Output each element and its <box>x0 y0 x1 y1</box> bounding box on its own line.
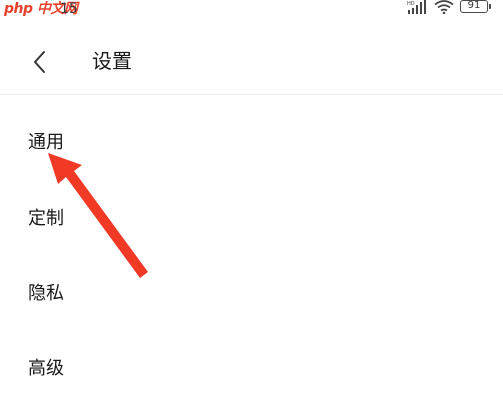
battery-indicator: 91 <box>460 0 491 13</box>
menu-item-privacy[interactable]: 隐私 <box>0 264 503 324</box>
page-header: 设置 <box>0 38 503 86</box>
menu-item-label: 隐私 <box>28 283 64 304</box>
header-divider <box>0 94 503 95</box>
status-bar: php 中文网 15 HD 91 <box>0 0 503 22</box>
status-clock: 15 <box>60 1 78 17</box>
menu-item-customize[interactable]: 定制 <box>0 189 503 249</box>
menu-item-label: 高级 <box>28 358 64 379</box>
wifi-icon <box>434 0 454 14</box>
menu-item-general[interactable]: 通用 <box>0 113 503 173</box>
signal-hd-icon: HD <box>407 0 426 14</box>
back-button[interactable] <box>24 46 56 78</box>
page-title: 设置 <box>92 49 132 73</box>
menu-item-label: 定制 <box>28 208 64 229</box>
chevron-left-icon <box>34 51 45 73</box>
menu-item-label: 通用 <box>28 132 64 153</box>
menu-item-advanced[interactable]: 高级 <box>0 339 503 399</box>
svg-text:HD: HD <box>407 1 415 7</box>
